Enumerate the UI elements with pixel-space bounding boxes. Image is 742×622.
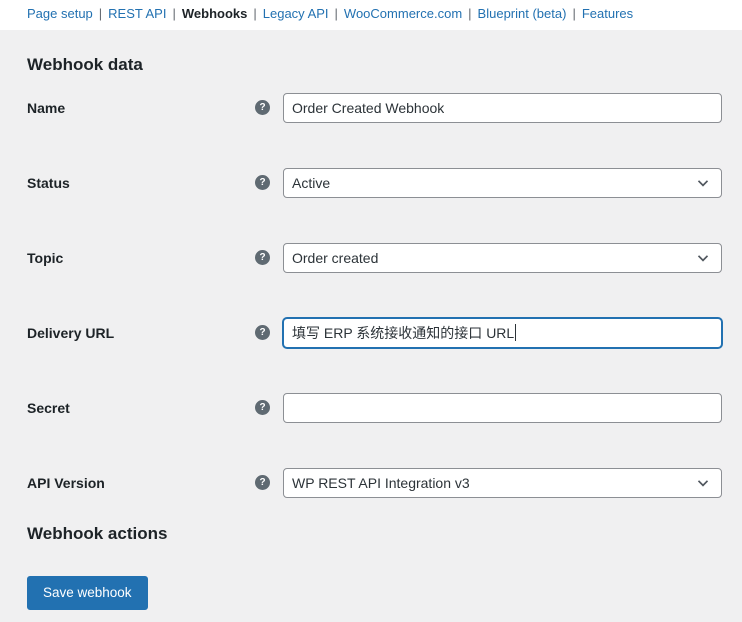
form-row-name: Name ? Order Created Webhook [27,92,722,124]
tab-rest-api[interactable]: REST API [108,6,166,21]
chevron-down-icon [695,475,711,491]
settings-tab-bar: Page setup | REST API | Webhooks | Legacy API |… [0,0,742,30]
secret-label: Secret [27,399,70,416]
tab-page-setup[interactable]: Page setup [27,6,93,21]
status-label: Status [27,174,70,191]
save-webhook-button[interactable]: Save webhook [27,575,148,611]
text-cursor [515,324,517,342]
webhook-form: Name ? Order Created Webhook Status ? Ac… [27,92,722,499]
form-row-status: Status ? Active [27,167,722,199]
name-label: Name [27,99,66,116]
topic-select-value: Order created [292,249,379,266]
tab-separator: | [253,6,257,21]
help-icon[interactable]: ? [255,475,270,491]
status-select[interactable]: Active [283,167,722,198]
name-input[interactable]: Order Created Webhook [283,92,722,123]
api-version-select[interactable]: WP REST API Integration v3 [283,467,722,498]
delivery-url-label: Delivery URL [27,324,115,341]
help-icon[interactable]: ? [255,250,270,266]
name-input-value: Order Created Webhook [292,99,445,116]
delivery-url-input-value: 填写 ERP 系统接收通知的接口 URL [292,324,515,341]
form-row-topic: Topic ? Order created [27,242,722,274]
topic-label: Topic [27,249,64,266]
help-icon[interactable]: ? [255,175,270,191]
webhook-actions-heading: Webhook actions [27,523,168,543]
tab-features[interactable]: Features [582,6,633,21]
webhook-settings-panel: Webhook data Name ? Order Created Webhoo… [0,55,742,611]
form-row-api-version: API Version ? WP REST API Integration v3 [27,467,722,499]
tab-separator: | [172,6,176,21]
form-row-delivery-url: Delivery URL ? 填写 ERP 系统接收通知的接口 URL [27,317,722,349]
tab-separator: | [468,6,472,21]
status-select-value: Active [292,174,331,191]
help-icon[interactable]: ? [255,100,270,116]
webhook-data-heading: Webhook data [27,54,143,74]
chevron-down-icon [695,175,711,191]
api-version-select-value: WP REST API Integration v3 [292,474,470,491]
topic-select[interactable]: Order created [283,242,722,273]
tab-separator: | [98,6,103,21]
api-version-label: API Version [27,474,105,491]
secret-input[interactable] [283,392,722,423]
tab-webhooks-current[interactable]: Webhooks [182,6,248,21]
tab-separator: | [334,6,338,21]
help-icon[interactable]: ? [255,325,270,341]
tab-blueprint-beta[interactable]: Blueprint (beta) [478,6,567,21]
tab-separator: | [572,6,576,21]
tab-woocommerce-com[interactable]: WooCommerce.com [344,6,462,21]
help-icon[interactable]: ? [255,400,270,416]
delivery-url-input[interactable]: 填写 ERP 系统接收通知的接口 URL [283,317,722,348]
chevron-down-icon [695,250,711,266]
tab-legacy-api[interactable]: Legacy API [263,6,329,21]
form-row-secret: Secret ? [27,392,722,424]
